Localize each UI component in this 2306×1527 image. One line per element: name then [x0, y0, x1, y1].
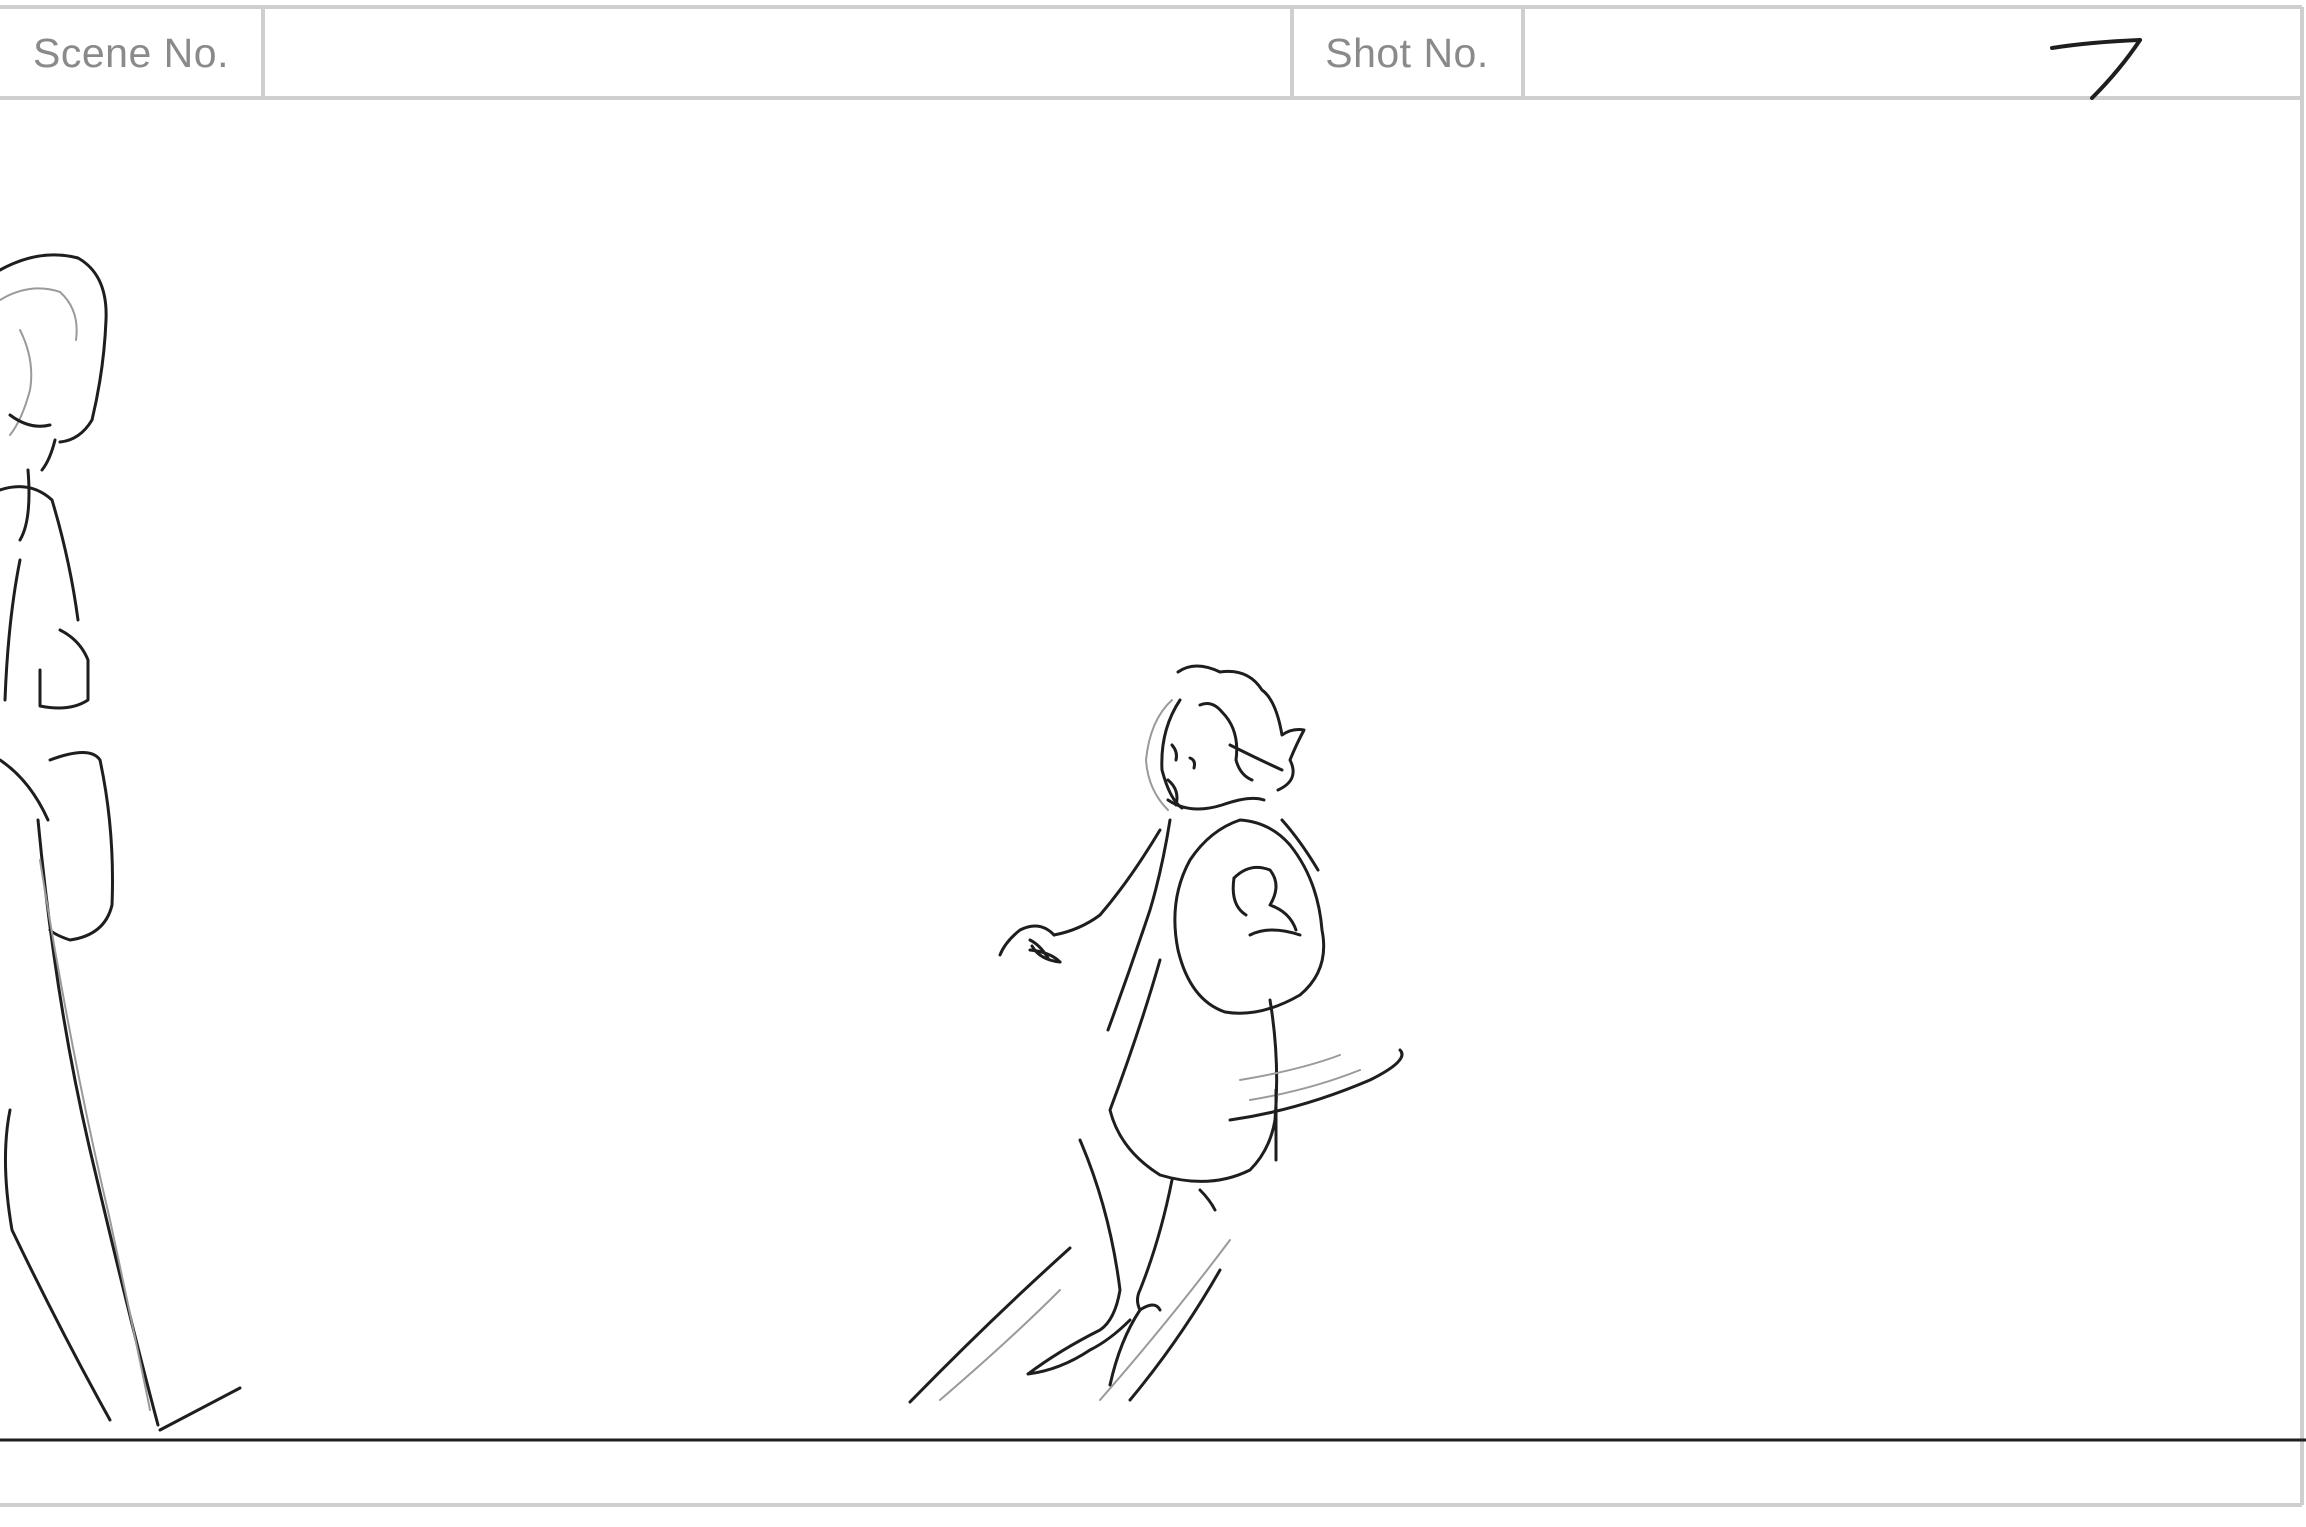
- sketch-child-figure: [908, 664, 1404, 1404]
- shot-number-label: Shot No.: [1325, 29, 1489, 76]
- handwritten-number-7: [2050, 38, 2142, 100]
- sketch-adult-figure: [0, 253, 242, 1432]
- storyboard-frame-svg: [0, 5, 2306, 1507]
- scene-number-label: Scene No.: [33, 29, 229, 76]
- storyboard-sheet: Scene No. Shot No.: [0, 0, 2306, 1527]
- header-frame: [0, 5, 2304, 1507]
